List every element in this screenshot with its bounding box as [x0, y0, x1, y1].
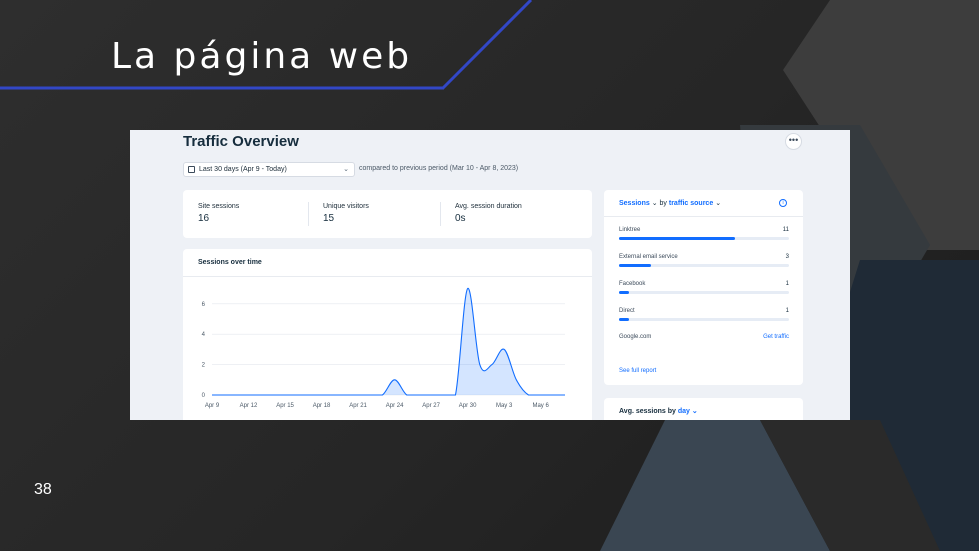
y-tick-label: 2	[202, 363, 206, 369]
stats-card: Site sessions 16 Unique visitors 15 Avg.…	[183, 190, 592, 238]
stat-divider	[440, 202, 441, 226]
stat-label: Unique visitors	[323, 203, 369, 210]
date-range-value: Last 30 days (Apr 9 - Today)	[199, 166, 287, 173]
series-area	[212, 288, 565, 395]
stat-unique-visitors: Unique visitors 15	[323, 203, 369, 224]
source-row: Facebook 1	[619, 281, 789, 294]
source-name: Facebook	[619, 281, 646, 287]
source-count: 3	[785, 254, 789, 260]
info-icon[interactable]: i	[779, 199, 787, 207]
x-tick-label: May 3	[496, 403, 513, 409]
source-bar-track	[619, 237, 789, 240]
slide-title: La página web	[111, 36, 413, 77]
source-row: External email service 3	[619, 254, 789, 267]
page-number: 38	[34, 481, 52, 498]
x-tick-label: Apr 9	[205, 403, 220, 409]
card-divider	[604, 216, 803, 217]
chevron-down-icon: ⌄	[691, 408, 698, 415]
avg-sessions-card: Avg. sessions by day ⌄	[604, 398, 803, 420]
stat-value: 0s	[455, 213, 466, 224]
source-row: Linktree 11	[619, 227, 789, 240]
x-tick-label: Apr 30	[459, 403, 477, 409]
title-accent-diagonal	[441, 0, 533, 90]
source-row: Direct 1	[619, 308, 789, 321]
chevron-down-icon: ⌄	[715, 200, 722, 207]
source-name: Linktree	[619, 227, 641, 233]
sessions-chart[interactable]: 0 2 4 6 Apr 9 Apr 12 Apr 15 Apr 18 Apr 21 Apr 24 A…	[183, 249, 592, 420]
source-bar-track	[619, 291, 789, 294]
avg-sessions-header: Avg. sessions by day ⌄	[619, 407, 698, 415]
source-name: External email service	[619, 254, 678, 260]
x-tick-label: Apr 27	[422, 403, 440, 409]
dashboard-screenshot: Traffic Overview ••• Last 30 days (Apr 9…	[130, 130, 850, 420]
source-bar-fill	[619, 237, 735, 240]
chevron-down-icon: ⌄	[651, 200, 660, 207]
avg-dimension-dropdown[interactable]: day	[678, 408, 690, 415]
stat-divider	[308, 202, 309, 226]
source-count: 11	[782, 227, 789, 233]
source-bar-fill	[619, 264, 652, 267]
stat-site-sessions: Site sessions 16	[198, 203, 239, 224]
stat-label: Avg. session duration	[455, 203, 522, 210]
x-tick-label: Apr 15	[276, 403, 294, 409]
sessions-by-header: Sessions ⌄ by traffic source ⌄	[619, 199, 721, 207]
source-count: 1	[785, 281, 789, 287]
calendar-icon	[188, 166, 195, 173]
y-tick-label: 6	[202, 302, 206, 308]
x-tick-label: Apr 21	[349, 403, 367, 409]
by-text: by	[659, 200, 667, 207]
metric-dropdown[interactable]: Sessions	[619, 200, 650, 207]
sessions-by-source-card: Sessions ⌄ by traffic source ⌄ i Linktre…	[604, 190, 803, 385]
y-tick-label: 0	[202, 393, 206, 399]
get-traffic-link[interactable]: Get traffic	[763, 334, 789, 340]
dimension-dropdown[interactable]: traffic source	[669, 200, 713, 207]
x-tick-label: Apr 24	[386, 403, 404, 409]
source-bar-track	[619, 318, 789, 321]
stat-value: 15	[323, 213, 335, 224]
compare-period-text: compared to previous period (Mar 10 - Ap…	[359, 165, 519, 172]
source-bar-fill	[619, 291, 630, 294]
source-count: 1	[785, 308, 789, 314]
source-name: Direct	[619, 308, 635, 314]
stat-label: Site sessions	[198, 203, 240, 210]
sessions-chart-card: Sessions over time 0 2 4 6 Apr 9 Apr 12 Apr 15…	[183, 249, 592, 420]
avg-sessions-label: Avg. sessions by	[619, 408, 676, 415]
source-bar-fill	[619, 318, 630, 321]
x-tick-label: May 6	[532, 403, 549, 409]
source-bar-track	[619, 264, 789, 267]
x-tick-label: Apr 18	[313, 403, 331, 409]
more-horizontal-icon[interactable]: •••	[785, 133, 802, 150]
source-row: Google.com Get traffic	[619, 334, 789, 340]
y-tick-label: 4	[202, 332, 206, 338]
stat-avg-session-duration: Avg. session duration 0s	[455, 203, 522, 224]
page-title: Traffic Overview	[183, 133, 299, 150]
chevron-down-icon: ⌄	[343, 166, 349, 173]
see-full-report-link[interactable]: See full report	[619, 368, 656, 374]
stat-value: 16	[198, 213, 210, 224]
x-tick-label: Apr 12	[240, 403, 258, 409]
date-range-select[interactable]: Last 30 days (Apr 9 - Today) ⌄	[183, 162, 355, 177]
